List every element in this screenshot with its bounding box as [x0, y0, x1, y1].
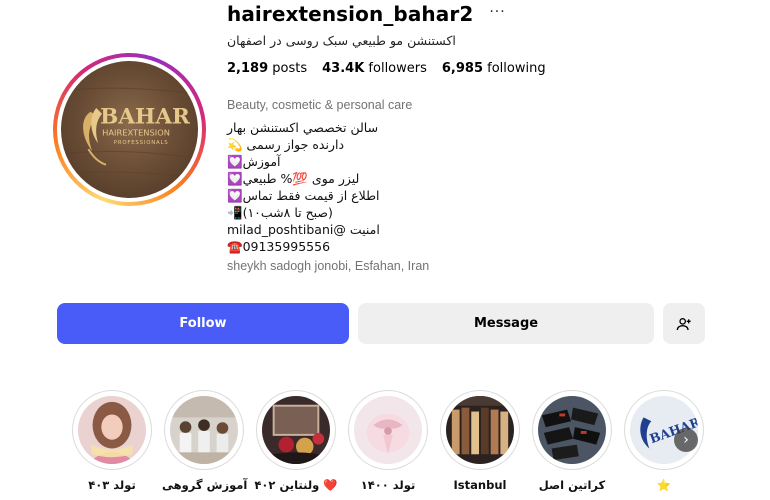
bio-line: 📲(۱۰صبح تا ۸شب): [227, 205, 333, 220]
bio-line: 💫 دارنده جواز رسمی: [227, 137, 345, 152]
username-row: hairextension_bahar2 ···: [227, 0, 506, 28]
bio-mention-line[interactable]: milad_poshtibani@ امنیت: [227, 221, 380, 238]
svg-text:BAHAR: BAHAR: [100, 105, 190, 130]
highlight-item[interactable]: کراتین اصل: [530, 390, 614, 492]
highlight-item[interactable]: تولد ۴۰۳: [70, 390, 154, 492]
highlight-label: کراتین اصل: [538, 478, 606, 492]
person-add-icon: [676, 317, 691, 330]
highlight-label: Istanbul: [453, 478, 507, 492]
highlight-label: ⭐: [656, 478, 672, 492]
profile-bio: سالن تخصصي اکستنشن بهار 💫 دارنده جواز رس…: [227, 119, 380, 255]
avatar: BAHAR HAIREXTENSION PROFESSIONALS: [61, 61, 198, 198]
highlight-item[interactable]: تولد ۱۴۰۰: [346, 390, 430, 492]
bio-line: 💟اطلاع از قیمت فقط تماس: [227, 188, 380, 203]
highlight-thumbnail: [446, 396, 514, 464]
bahar-logo-icon: BAHAR HAIREXTENSION PROFESSIONALS: [61, 87, 198, 179]
chevron-right-icon[interactable]: ›: [674, 428, 698, 452]
svg-text:HAIREXTENSION: HAIREXTENSION: [102, 127, 170, 137]
highlight-thumbnail: [538, 396, 606, 464]
message-button[interactable]: Message: [358, 303, 654, 344]
profile-stats: 2,189 posts 43.4K followers 6,985 follow…: [227, 61, 546, 76]
bio-phone-line: ☎️09135995556: [227, 239, 331, 254]
bio-line: سالن تخصصي اکستنشن بهار: [227, 120, 379, 135]
highlight-label: آموزش گروهی: [162, 478, 248, 492]
svg-text:PROFESSIONALS: PROFESSIONALS: [114, 140, 169, 146]
highlight-item[interactable]: آموزش گروهی: [162, 390, 248, 492]
highlight-thumbnail: [78, 396, 146, 464]
highlight-thumbnail: [170, 396, 238, 464]
highlight-label: تولد ۱۴۰۰: [360, 478, 416, 492]
bio-line: 💟آموزش: [227, 154, 281, 169]
suggest-users-button[interactable]: [663, 303, 705, 344]
posts-stat: 2,189 posts: [227, 61, 308, 76]
profile-location: sheykh sadogh jonobi, Esfahan, Iran: [227, 259, 430, 273]
highlight-item[interactable]: Istanbul: [438, 390, 522, 492]
highlight-label: تولد ۴۰۳: [88, 478, 136, 492]
followers-stat[interactable]: 43.4K followers: [322, 61, 427, 76]
profile-avatar-story-ring[interactable]: BAHAR HAIREXTENSION PROFESSIONALS: [53, 53, 206, 206]
following-stat[interactable]: 6,985 following: [442, 61, 546, 76]
highlight-thumbnail: [354, 396, 422, 464]
highlight-item[interactable]: ولنتاین ۴۰۲ ❤️: [254, 390, 338, 492]
more-options-icon[interactable]: ···: [489, 4, 505, 20]
highlight-label: ولنتاین ۴۰۲ ❤️: [254, 478, 338, 492]
profile-category: Beauty, cosmetic & personal care: [227, 98, 413, 112]
profile-full-name: اکستنشن مو طبیعي سبک روسی در اصفهان: [227, 33, 456, 48]
highlight-thumbnail: [262, 396, 330, 464]
bio-line: 💟لیزر موی 💯% طبیعي: [227, 171, 360, 186]
follow-button[interactable]: Follow: [57, 303, 349, 344]
username: hairextension_bahar2: [227, 2, 474, 26]
